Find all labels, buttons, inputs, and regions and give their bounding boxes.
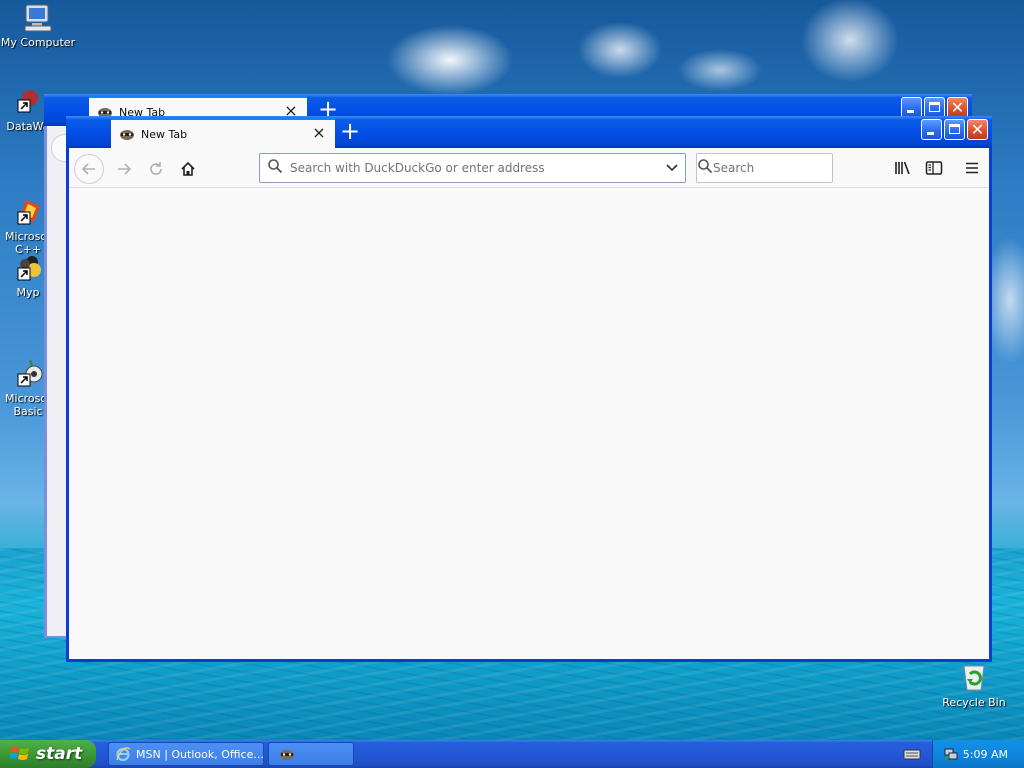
minimize-icon (927, 132, 934, 135)
forward-button[interactable] (109, 154, 139, 184)
open-menu-button[interactable] (961, 157, 983, 179)
close-icon: ✕ (950, 98, 965, 117)
start-label: start (36, 744, 83, 764)
maximize-icon (929, 102, 940, 112)
taskbar-item-browser[interactable] (268, 742, 354, 766)
maximize-button[interactable] (944, 119, 965, 140)
desktop-icon-my-computer[interactable]: My Computer (0, 2, 76, 49)
visual-cpp-icon (12, 183, 44, 225)
taskbar: start MSN | Outlook, Office... 5:09 AM (0, 740, 1024, 768)
search-icon (697, 158, 713, 178)
visual-basic-icon (12, 345, 44, 387)
library-icon (895, 161, 910, 175)
internet-explorer-icon (115, 746, 131, 762)
forward-arrow-icon (118, 163, 132, 175)
datawa-icon (12, 86, 44, 118)
system-tray: 5:09 AM (932, 740, 1024, 768)
reload-button[interactable] (141, 154, 171, 184)
raccoon-app-icon (279, 747, 295, 761)
search-bar[interactable] (696, 153, 863, 183)
close-tab-icon[interactable]: × (311, 125, 327, 142)
minimize-button[interactable] (921, 119, 942, 140)
navigation-toolbar (69, 148, 989, 188)
recycle-bin-icon (958, 662, 990, 694)
back-button[interactable] (74, 154, 104, 184)
home-icon (181, 161, 195, 176)
desktop-icon-recycle-bin[interactable]: Recycle Bin (936, 662, 1012, 709)
search-icon (260, 158, 290, 178)
keyboard-icon[interactable] (903, 746, 921, 762)
close-icon: ✕ (970, 120, 985, 139)
minimize-button[interactable] (901, 97, 922, 118)
taskbar-item-msn[interactable]: MSN | Outlook, Office... (108, 742, 264, 766)
minimize-icon (907, 110, 914, 113)
address-bar[interactable] (259, 153, 686, 183)
tab-title: New Tab (141, 127, 188, 141)
title-bar[interactable]: New Tab × + ✕ (66, 116, 992, 148)
taskbar-item-label: MSN | Outlook, Office... (136, 747, 264, 761)
clock[interactable]: 5:09 AM (963, 748, 1008, 761)
library-button[interactable] (892, 157, 914, 179)
start-button[interactable]: start (0, 740, 96, 768)
reload-icon (150, 162, 162, 175)
windows-logo-icon (9, 745, 30, 763)
back-arrow-icon (81, 163, 95, 175)
address-input[interactable] (290, 161, 659, 175)
sidebar-button[interactable] (923, 157, 945, 179)
raccoon-favicon-icon (119, 127, 135, 141)
home-button[interactable] (173, 154, 203, 184)
desktop-icon-label: My Computer (0, 36, 76, 49)
browser-window[interactable]: New Tab × + ✕ (66, 116, 992, 662)
maximize-button[interactable] (924, 97, 945, 118)
search-input[interactable] (713, 161, 863, 175)
network-icon[interactable] (943, 746, 959, 762)
sidebar-icon (925, 161, 943, 175)
chevron-down-icon[interactable] (659, 161, 685, 175)
hamburger-menu-icon (966, 162, 978, 174)
myp-icon (12, 252, 44, 284)
page-content[interactable] (69, 189, 989, 659)
close-window-button[interactable]: ✕ (967, 119, 988, 140)
new-tab-button[interactable]: + (338, 119, 362, 144)
desktop-icon-label: Recycle Bin (942, 696, 1006, 709)
computer-icon (22, 2, 54, 34)
maximize-icon (949, 124, 960, 134)
close-window-button[interactable]: ✕ (947, 97, 968, 118)
tab-new-tab[interactable]: New Tab × (111, 118, 335, 148)
